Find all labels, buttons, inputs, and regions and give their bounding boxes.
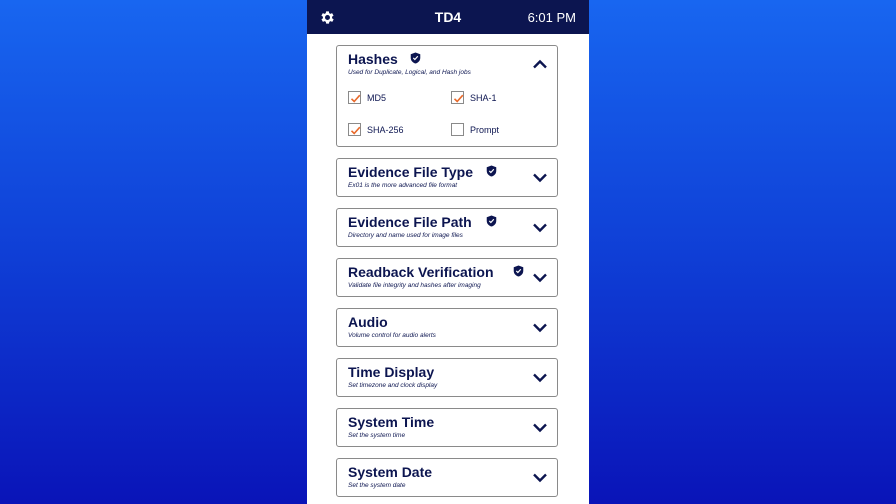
evidence-file-path-title: Evidence File Path: [348, 214, 472, 230]
chevron-down-icon[interactable]: [532, 473, 548, 483]
prompt-checkbox[interactable]: [451, 123, 464, 136]
time-display-title: Time Display: [348, 364, 435, 380]
chevron-up-icon[interactable]: [532, 59, 548, 69]
time-display-description: Set timezone and clock display: [348, 382, 438, 389]
shield-icon: [410, 52, 421, 64]
chevron-down-icon[interactable]: [532, 173, 548, 183]
audio-panel[interactable]: Audio Volume control for audio alerts: [336, 308, 558, 347]
prompt-label: Prompt: [470, 125, 500, 135]
evidence-file-type-title: Evidence File Type: [348, 164, 474, 180]
readback-verification-panel[interactable]: Readback Verification Validate file inte…: [336, 258, 558, 297]
shield-icon: [486, 215, 497, 227]
chevron-down-icon[interactable]: [532, 323, 548, 333]
system-time-title: System Time: [348, 414, 435, 430]
system-date-title: System Date: [348, 464, 433, 480]
chevron-down-icon[interactable]: [532, 223, 548, 233]
app-window: TD4 6:01 PM Hashes Used for Duplicate, L…: [307, 0, 589, 504]
chevron-down-icon[interactable]: [532, 273, 548, 283]
clock: 6:01 PM: [527, 10, 576, 25]
hashes-title[interactable]: Hashes: [348, 51, 398, 67]
hashes-panel: Hashes Used for Duplicate, Logical, and …: [336, 45, 558, 147]
chevron-down-icon[interactable]: [532, 373, 548, 383]
top-bar: TD4 6:01 PM: [307, 0, 589, 34]
audio-title: Audio: [348, 314, 388, 330]
system-date-description: Set the system date: [348, 482, 406, 489]
shield-icon: [513, 265, 524, 277]
sha256-checkbox[interactable]: [348, 123, 361, 136]
md5-label: MD5: [367, 93, 387, 103]
sha256-label: SHA-256: [367, 125, 404, 135]
system-date-panel[interactable]: System Date Set the system date: [336, 458, 558, 497]
system-time-panel[interactable]: System Time Set the system time: [336, 408, 558, 447]
shield-icon: [486, 165, 497, 177]
evidence-file-type-description: Ex01 is the more advanced file format: [348, 182, 458, 189]
readback-verification-description: Validate file integrity and hashes after…: [348, 282, 481, 289]
evidence-file-path-description: Directory and name used for image files: [348, 232, 463, 239]
readback-verification-title: Readback Verification: [348, 264, 494, 280]
md5-checkbox[interactable]: [348, 91, 361, 104]
sha1-checkbox[interactable]: [451, 91, 464, 104]
system-time-description: Set the system time: [348, 432, 406, 439]
audio-description: Volume control for audio alerts: [348, 332, 436, 339]
sha1-label: SHA-1: [470, 93, 497, 103]
time-display-panel[interactable]: Time Display Set timezone and clock disp…: [336, 358, 558, 397]
chevron-down-icon[interactable]: [532, 423, 548, 433]
evidence-file-path-panel[interactable]: Evidence File Path Directory and name us…: [336, 208, 558, 247]
evidence-file-type-panel[interactable]: Evidence File Type Ex01 is the more adva…: [336, 158, 558, 197]
hashes-description: Used for Duplicate, Logical, and Hash jo…: [348, 69, 471, 76]
